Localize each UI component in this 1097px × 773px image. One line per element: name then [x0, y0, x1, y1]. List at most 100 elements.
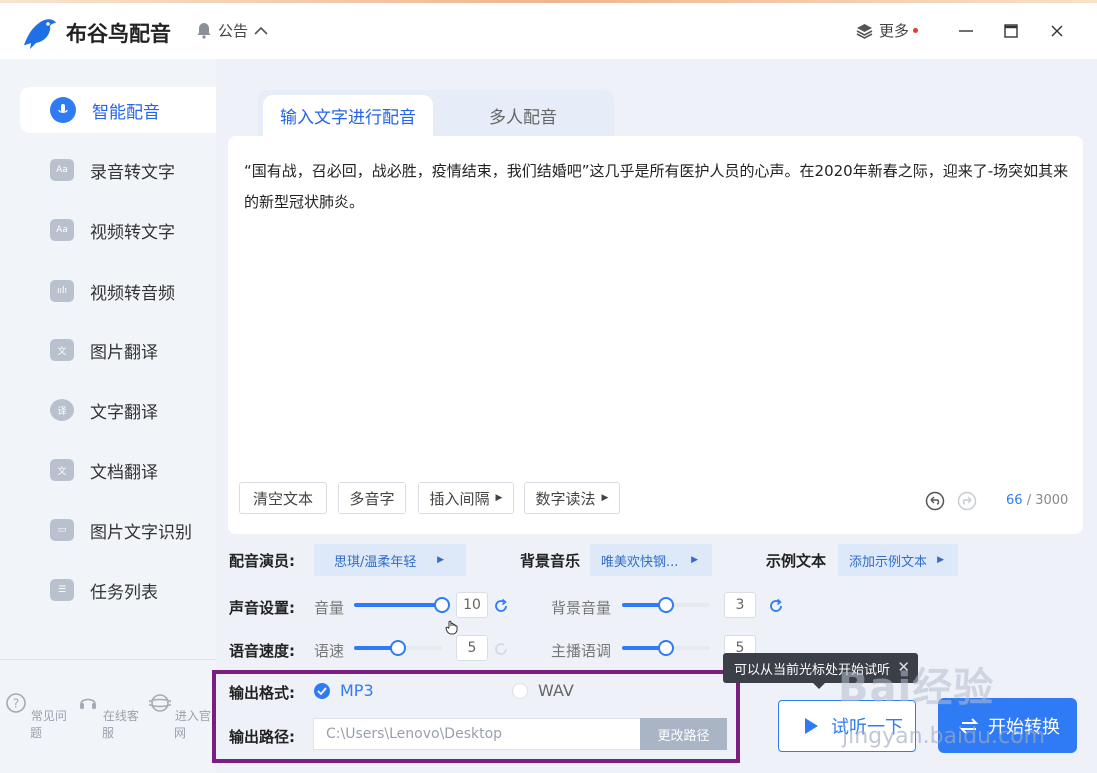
bell-icon [197, 23, 211, 39]
output-path-label: 输出路径: [229, 728, 295, 746]
tab-text-dubbing[interactable]: 输入文字进行配音 [263, 95, 433, 136]
app-title: 布谷鸟配音 [66, 22, 171, 46]
sidebar-divider [0, 659, 216, 660]
caret-right-icon: ▶ [437, 555, 444, 565]
insert-pause-label: 插入间隔 [429, 489, 490, 508]
output-format-label: 输出格式: [229, 684, 295, 702]
polyphone-button[interactable]: 多音字 [338, 482, 406, 514]
sample-text-value: 添加示例文本 [849, 554, 928, 570]
speech-speed-label: 语音速度: [229, 642, 295, 660]
clear-text-button[interactable]: 清空文本 [239, 482, 327, 514]
sidebar-item-task-list[interactable]: ☰ 任务列表 [20, 567, 216, 613]
radio-unchecked-icon [512, 682, 528, 699]
pitch-label: 主播语调 [551, 642, 612, 660]
faq-link[interactable]: ? 常见问题 [0, 692, 72, 741]
number-reading-button[interactable]: 数字读法 ▶ [524, 482, 620, 514]
mic-icon [50, 97, 76, 123]
voice-actor-select[interactable]: 思琪/温柔年轻 ▶ [314, 544, 466, 576]
minimize-icon [959, 30, 973, 32]
sidebar-item-label: 任务列表 [90, 582, 158, 603]
format-mp3-label: MP3 [340, 681, 374, 700]
audio-text-icon: Aa [50, 159, 74, 181]
website-link[interactable]: 进入官网 [144, 692, 216, 741]
sidebar-item-label: 视频转文字 [90, 222, 175, 243]
baidu-watermark: Bai经验 [838, 665, 995, 711]
reset-speed-icon[interactable] [492, 640, 510, 658]
insert-pause-button[interactable]: 插入间隔 ▶ [418, 482, 514, 514]
pitch-slider[interactable] [622, 639, 710, 657]
reset-volume-icon[interactable] [492, 597, 510, 615]
sidebar-item-image-translate[interactable]: 文 图片翻译 [20, 327, 216, 373]
sidebar-item-smart-dubbing[interactable]: 智能配音 [20, 87, 216, 133]
question-icon: ? [6, 693, 26, 713]
format-wav-radio[interactable]: WAV [512, 681, 574, 700]
slider-knob[interactable] [390, 640, 406, 656]
sidebar-item-label: 智能配音 [92, 102, 160, 123]
sidebar: 智能配音 Aa 录音转文字 Aa 视频转文字 ıılı 视频转音频 文 图片翻译… [0, 59, 216, 773]
sidebar-item-text-translate[interactable]: 译 文字翻译 [20, 387, 216, 433]
volume-slider[interactable] [354, 596, 450, 614]
mode-tabs: 输入文字进行配音 多人配音 [258, 90, 614, 136]
sample-text-label: 示例文本 [766, 552, 827, 570]
redo-icon[interactable] [957, 491, 977, 511]
sidebar-item-video-to-text[interactable]: Aa 视频转文字 [20, 207, 216, 253]
maximize-button[interactable] [997, 17, 1025, 45]
volume-value-box[interactable]: 10 [456, 592, 488, 618]
sidebar-item-video-to-audio[interactable]: ıılı 视频转音频 [20, 268, 216, 314]
sidebar-item-label: 文档翻译 [90, 462, 158, 483]
faq-label: 常见问题 [29, 709, 67, 740]
sidebar-item-label: 视频转音频 [90, 283, 175, 304]
ocr-icon: ▭ [50, 519, 74, 541]
online-support-link[interactable]: 在线客服 [72, 692, 144, 741]
bgm-select[interactable]: 唯美欢快钢... ▶ [590, 544, 712, 576]
bg-volume-value-box[interactable]: 3 [724, 592, 756, 618]
bgm-label: 背景音乐 [520, 552, 581, 570]
slider-knob[interactable] [434, 597, 450, 613]
sample-text-select[interactable]: 添加示例文本 ▶ [838, 544, 958, 576]
tooltip-arrow [813, 683, 825, 689]
bg-volume-slider[interactable] [622, 596, 710, 614]
svg-text:?: ? [13, 697, 19, 711]
website-label: 进入官网 [173, 709, 211, 740]
more-button[interactable]: 更多 [856, 20, 919, 41]
sidebar-item-ocr[interactable]: ▭ 图片文字识别 [20, 507, 216, 553]
char-count-max: / 3000 [1026, 493, 1069, 508]
speed-value-box[interactable]: 5 [456, 635, 488, 661]
undo-icon[interactable] [925, 491, 945, 511]
text-editor[interactable]: “国有战，召必回，战必胜，疫情结束，我们结婚吧”这几乎是所有医护人员的心声。在2… [228, 136, 1083, 534]
more-label: 更多 [879, 22, 910, 40]
close-icon [1051, 25, 1063, 37]
task-list-icon: ☰ [50, 579, 74, 601]
slider-knob[interactable] [658, 640, 674, 656]
close-button[interactable] [1043, 17, 1071, 45]
voice-actor-value: 思琪/温柔年轻 [334, 554, 417, 570]
sidebar-item-audio-to-text[interactable]: Aa 录音转文字 [20, 147, 216, 193]
reset-bg-volume-icon[interactable] [767, 597, 785, 615]
output-path-field[interactable]: C:\Users\Lenovo\Desktop [313, 718, 641, 750]
change-path-button[interactable]: 更改路径 [640, 718, 727, 750]
image-translate-icon: 文 [50, 339, 74, 361]
website-icon [147, 694, 173, 712]
sidebar-item-label: 图片文字识别 [90, 522, 192, 543]
tab-multi-dubbing[interactable]: 多人配音 [443, 95, 603, 136]
clear-text-label: 清空文本 [252, 489, 313, 508]
speed-slider[interactable] [354, 639, 442, 657]
layers-icon [856, 23, 873, 39]
polyphone-label: 多音字 [349, 489, 395, 508]
hand-cursor-icon [445, 620, 458, 635]
text-translate-icon: 译 [50, 399, 74, 421]
char-count-current: 66 [1006, 493, 1023, 508]
format-mp3-radio[interactable]: MP3 [314, 681, 374, 700]
video-audio-icon: ıılı [50, 280, 74, 302]
minimize-button[interactable] [952, 17, 980, 45]
notice-button[interactable]: 公告 [196, 20, 268, 41]
sidebar-item-label: 录音转文字 [90, 162, 175, 183]
notification-dot [913, 28, 919, 33]
slider-knob[interactable] [658, 597, 674, 613]
format-wav-label: WAV [538, 681, 574, 700]
sidebar-item-doc-translate[interactable]: 文 文档翻译 [20, 447, 216, 493]
caret-right-icon: ▶ [495, 493, 503, 503]
voice-actor-label: 配音演员: [229, 552, 295, 570]
doc-translate-icon: 文 [50, 459, 74, 481]
editor-text[interactable]: “国有战，召必回，战必胜，疫情结束，我们结婚吧”这几乎是所有医护人员的心声。在2… [244, 156, 1074, 218]
